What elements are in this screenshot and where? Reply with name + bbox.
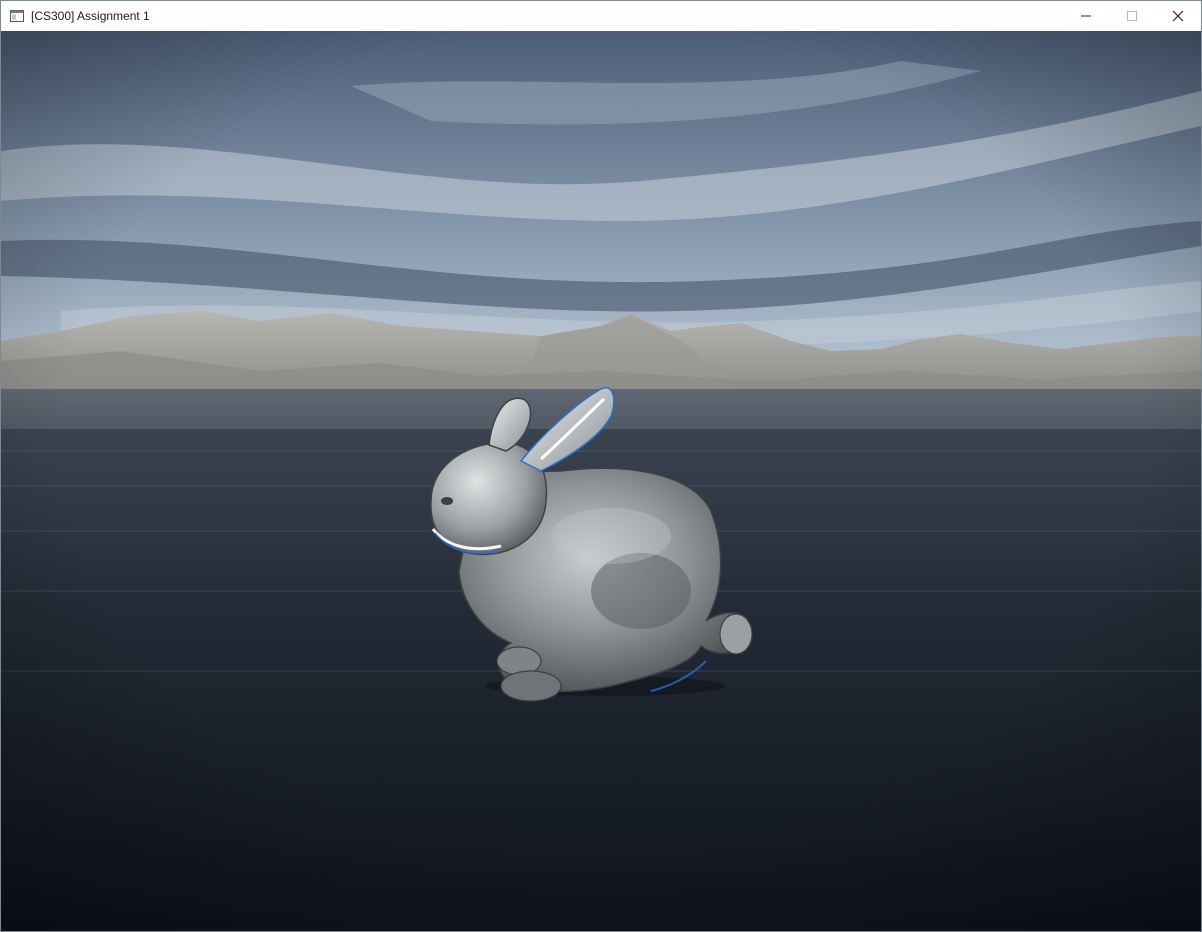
- scene-canvas: [1, 31, 1201, 931]
- window-title: [CS300] Assignment 1: [31, 9, 150, 23]
- title-bar[interactable]: [CS300] Assignment 1: [1, 1, 1201, 31]
- close-icon: [1172, 10, 1184, 22]
- window-controls: [1063, 1, 1201, 31]
- maximize-icon: [1127, 11, 1137, 21]
- maximize-button[interactable]: [1109, 1, 1155, 31]
- app-window-icon: [10, 10, 24, 22]
- render-viewport[interactable]: [1, 31, 1201, 931]
- minimize-icon: [1081, 15, 1091, 17]
- app-window: [CS300] Assignment 1: [0, 0, 1202, 932]
- minimize-button[interactable]: [1063, 1, 1109, 31]
- close-button[interactable]: [1155, 1, 1201, 31]
